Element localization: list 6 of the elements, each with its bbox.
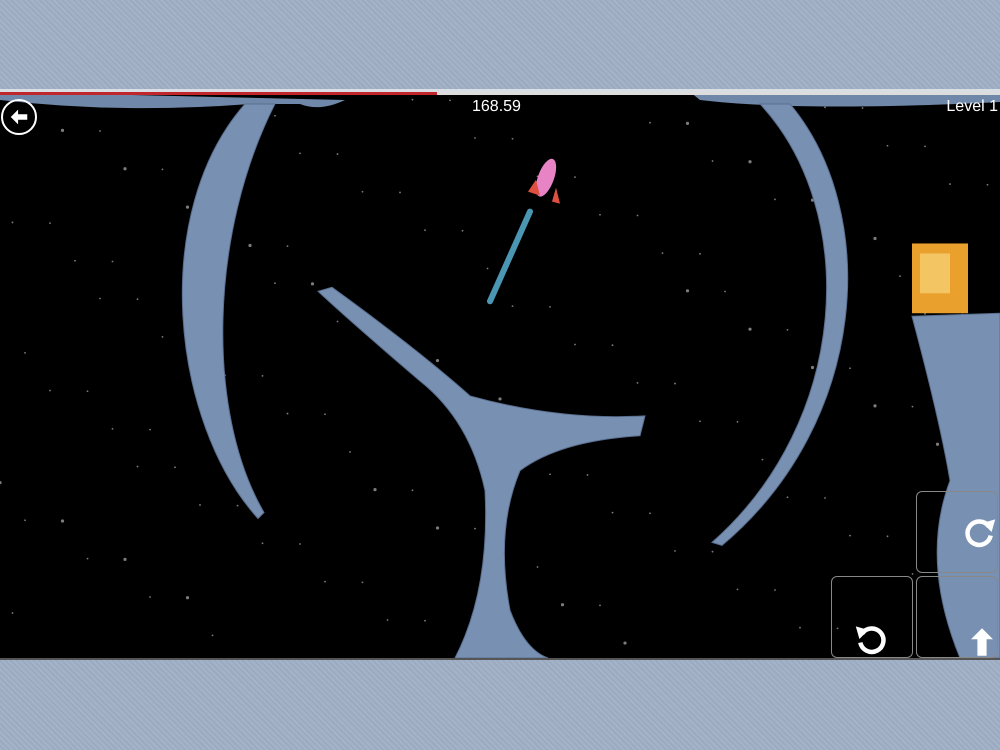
rotate-left-button[interactable] <box>831 576 913 658</box>
timer-text: 168.59 <box>472 98 521 116</box>
rotate-right-button[interactable] <box>916 491 998 573</box>
arrow-up-icon <box>971 627 993 657</box>
thrust-button[interactable] <box>916 576 998 658</box>
back-button[interactable] <box>1 99 37 135</box>
